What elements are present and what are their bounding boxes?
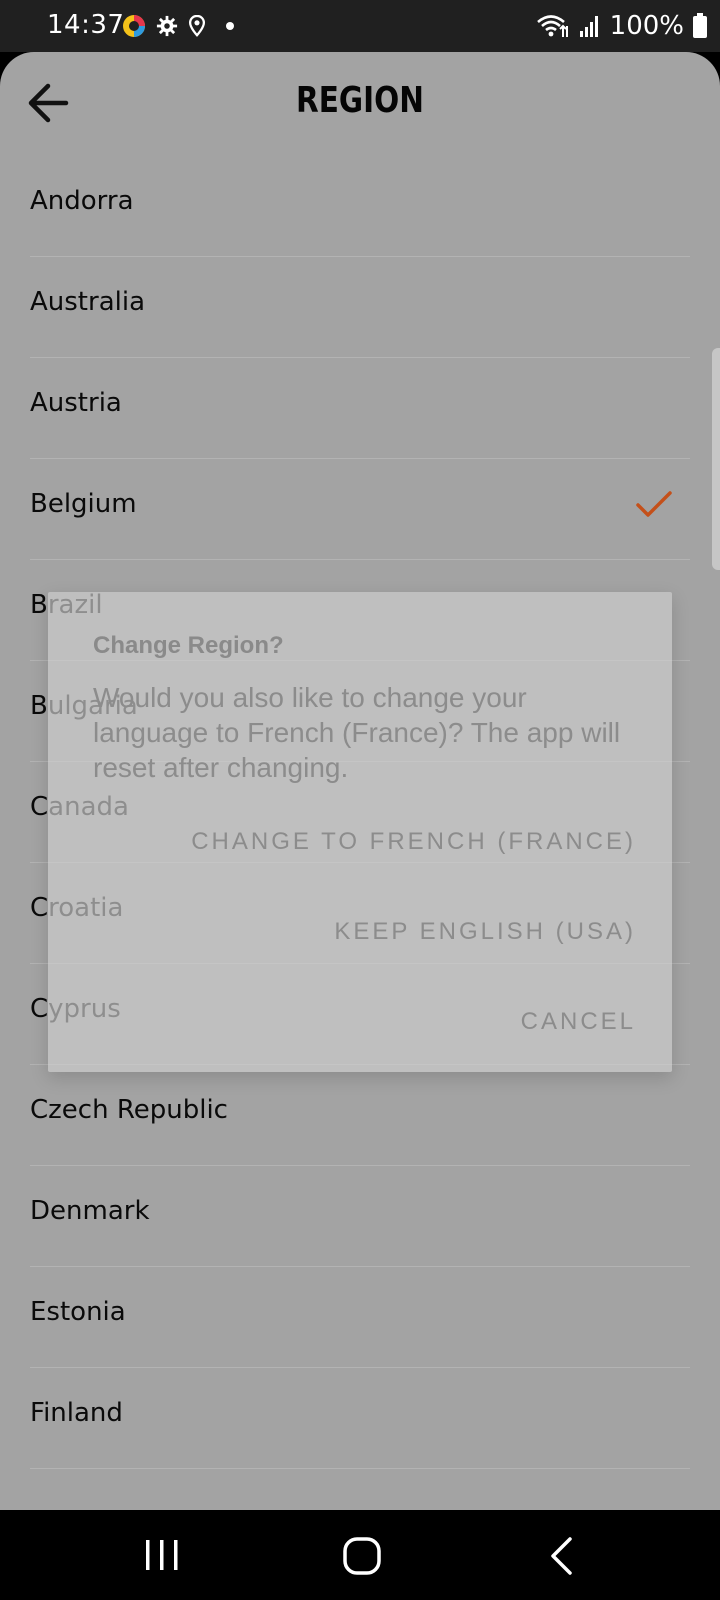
- region-name: Australia: [30, 287, 146, 317]
- checkmark-icon: [636, 491, 672, 517]
- region-row-finland[interactable]: Finland: [30, 1368, 690, 1469]
- status-bar: 14:37 100%: [0, 0, 720, 52]
- dialog-title: Change Region?: [93, 632, 284, 659]
- signal-icon: [579, 16, 598, 37]
- region-name: Estonia: [30, 1297, 126, 1327]
- region-row-belgium[interactable]: Belgium: [30, 459, 690, 560]
- region-name: Belgium: [30, 489, 137, 519]
- region-name: Andorra: [30, 186, 134, 216]
- region-name: Austria: [30, 388, 122, 418]
- cancel-button[interactable]: CANCEL: [521, 1008, 636, 1036]
- region-screen: REGION Andorra Australia Austria Belgium…: [0, 52, 720, 1510]
- header: REGION: [0, 52, 720, 152]
- change-to-french-button[interactable]: CHANGE TO FRENCH (FRANCE): [191, 828, 636, 856]
- page-title: REGION: [296, 80, 424, 121]
- recent-apps-icon[interactable]: [140, 1536, 184, 1574]
- battery-percent: 100%: [609, 11, 684, 41]
- wifi-icon: [536, 15, 568, 37]
- dialog-message: Would you also like to change your langu…: [93, 682, 621, 783]
- status-left-icons: [122, 14, 238, 38]
- back-icon[interactable]: [546, 1534, 576, 1578]
- region-row-austria[interactable]: Austria: [30, 358, 690, 459]
- change-region-dialog: Change Region? Would you also like to ch…: [48, 592, 672, 1072]
- region-name: Denmark: [30, 1196, 150, 1226]
- region-name: Czech Republic: [30, 1095, 228, 1125]
- region-row-estonia[interactable]: Estonia: [30, 1267, 690, 1368]
- dot-icon: [226, 22, 234, 30]
- status-time: 14:37: [47, 10, 125, 40]
- location-icon: [188, 15, 206, 37]
- battery-icon: [693, 13, 707, 38]
- status-right-icons: 100%: [536, 8, 708, 44]
- region-row-czech-republic[interactable]: Czech Republic: [30, 1065, 690, 1166]
- home-icon[interactable]: [340, 1534, 384, 1578]
- region-name: Finland: [30, 1398, 123, 1428]
- app-icon: [123, 15, 145, 37]
- scrollbar-thumb[interactable]: [712, 348, 720, 570]
- region-row-australia[interactable]: Australia: [30, 257, 690, 358]
- region-row-andorra[interactable]: Andorra: [30, 156, 690, 257]
- system-nav-bar: [0, 1510, 720, 1600]
- settings-icon: [156, 15, 178, 37]
- keep-english-button[interactable]: KEEP ENGLISH (USA): [334, 918, 636, 946]
- region-row-denmark[interactable]: Denmark: [30, 1166, 690, 1267]
